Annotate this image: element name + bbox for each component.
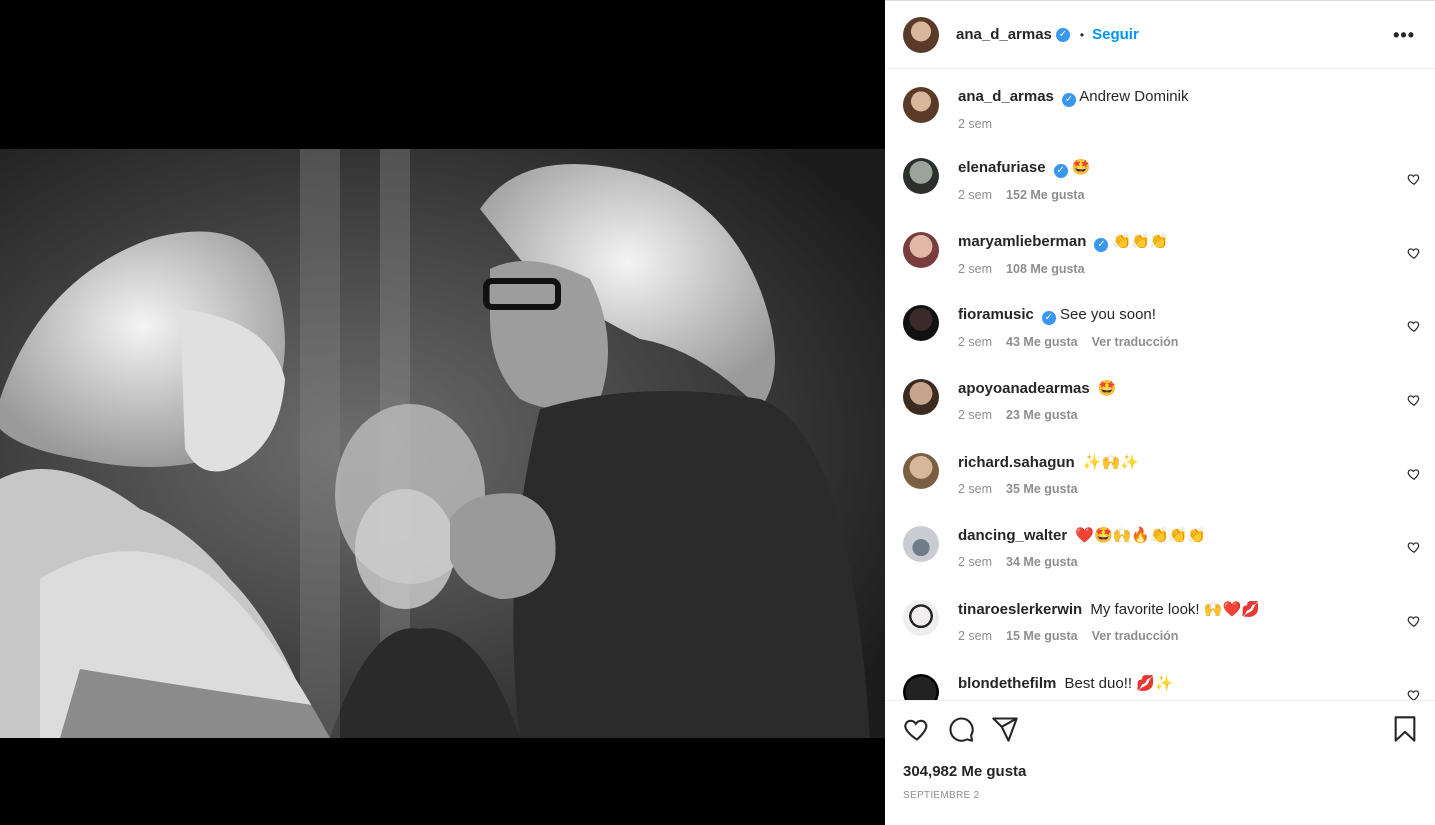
commenter-avatar[interactable] bbox=[903, 305, 939, 341]
comment-username[interactable]: blondethefilm bbox=[958, 675, 1056, 692]
caption-text: Andrew Dominik bbox=[1079, 88, 1189, 105]
comment-likes[interactable]: 34 Me gusta bbox=[1006, 555, 1078, 569]
post-header: ana_d_armas ✓ • Seguir ••• bbox=[885, 1, 1435, 69]
commenter-avatar[interactable] bbox=[903, 600, 939, 636]
comment-likes[interactable]: 43 Me gusta bbox=[1006, 335, 1078, 349]
heart-icon[interactable] bbox=[1407, 688, 1421, 700]
heart-icon[interactable] bbox=[1407, 540, 1421, 554]
post-sidebar: ana_d_armas ✓ • Seguir ••• ana_d_armas ✓ … bbox=[885, 0, 1435, 825]
verified-icon: ✓ bbox=[1053, 164, 1068, 178]
heart-icon[interactable] bbox=[1407, 393, 1421, 407]
comment-time: 2 sem bbox=[958, 408, 993, 422]
comment-time: 2 sem bbox=[958, 335, 993, 349]
comment-username[interactable]: tinaroeslerkerwin bbox=[958, 601, 1082, 618]
commenter-avatar[interactable] bbox=[903, 453, 939, 489]
separator-dot: • bbox=[1079, 27, 1085, 42]
comments-list[interactable]: ana_d_armas ✓ Andrew Dominik 2 sem elenaf… bbox=[885, 69, 1435, 700]
bw-photo-illustration bbox=[0, 149, 885, 738]
verified-icon: ✓ bbox=[1094, 238, 1109, 252]
author-username[interactable]: ana_d_armas bbox=[956, 26, 1052, 43]
comment-time: 2 sem bbox=[958, 262, 993, 276]
comment-likes[interactable]: 15 Me gusta bbox=[1006, 629, 1078, 643]
post-media bbox=[0, 0, 885, 825]
comment-likes[interactable]: 35 Me gusta bbox=[1006, 482, 1078, 496]
comment-time: 2 sem bbox=[958, 555, 993, 569]
commenter-avatar[interactable] bbox=[903, 674, 939, 700]
comment-text: See you soon! bbox=[1060, 306, 1156, 323]
translate-link[interactable]: Ver traducción bbox=[1092, 335, 1179, 349]
commenter-avatar[interactable] bbox=[903, 526, 939, 562]
heart-icon[interactable] bbox=[1407, 319, 1421, 333]
commenter-avatar[interactable] bbox=[903, 232, 939, 268]
like-count[interactable]: 304,982 Me gusta bbox=[903, 763, 1026, 780]
post-actions: 304,982 Me gusta SEPTIEMBRE 2 bbox=[885, 700, 1435, 825]
comment-text: 🤩 bbox=[1097, 380, 1117, 397]
comment-time: 2 sem bbox=[958, 482, 993, 496]
commenter-avatar[interactable] bbox=[903, 379, 939, 415]
comment-likes[interactable]: 23 Me gusta bbox=[1006, 408, 1078, 422]
author-avatar[interactable] bbox=[903, 16, 939, 53]
post-photo[interactable] bbox=[0, 149, 885, 738]
comment-username[interactable]: apoyoanadearmas bbox=[958, 380, 1090, 397]
caption-time: 2 sem bbox=[958, 117, 993, 131]
verified-icon: ✓ bbox=[1041, 311, 1056, 325]
comment-text: Best duo!! 💋✨ bbox=[1064, 675, 1174, 692]
verified-icon: ✓ bbox=[1055, 27, 1070, 42]
comment-likes[interactable]: 152 Me gusta bbox=[1006, 188, 1085, 202]
comment-text: 🤩 bbox=[1071, 159, 1091, 176]
comment-username[interactable]: richard.sahagun bbox=[958, 454, 1075, 471]
comment-text: 👏👏👏 bbox=[1112, 233, 1169, 250]
like-icon[interactable] bbox=[903, 715, 931, 743]
heart-icon[interactable] bbox=[1407, 246, 1421, 260]
comment-username[interactable]: elenafuriase bbox=[958, 159, 1046, 176]
comment-username[interactable]: fioramusic bbox=[958, 306, 1034, 323]
comment-likes[interactable]: 108 Me gusta bbox=[1006, 262, 1085, 276]
heart-icon[interactable] bbox=[1407, 172, 1421, 186]
follow-button[interactable]: Seguir bbox=[1092, 26, 1139, 43]
caption-username[interactable]: ana_d_armas bbox=[958, 88, 1054, 105]
comment-username[interactable]: maryamlieberman bbox=[958, 233, 1086, 250]
post-date[interactable]: SEPTIEMBRE 2 bbox=[903, 790, 979, 801]
more-icon[interactable]: ••• bbox=[1393, 25, 1415, 46]
comment-text: My favorite look! 🙌❤️💋 bbox=[1090, 601, 1260, 618]
heart-icon[interactable] bbox=[1407, 614, 1421, 628]
translate-link[interactable]: Ver traducción bbox=[1092, 629, 1179, 643]
comment-time: 2 sem bbox=[958, 188, 993, 202]
commenter-avatar[interactable] bbox=[903, 158, 939, 194]
comment-username[interactable]: dancing_walter bbox=[958, 527, 1067, 544]
comment-text: ❤️🤩🙌🔥👏👏👏 bbox=[1075, 527, 1207, 544]
save-icon[interactable] bbox=[1391, 715, 1419, 743]
verified-icon: ✓ bbox=[1061, 93, 1076, 107]
comment-text: ✨🙌✨ bbox=[1082, 454, 1139, 471]
share-icon[interactable] bbox=[991, 715, 1019, 743]
comment-icon[interactable] bbox=[947, 715, 975, 743]
comment-time: 2 sem bbox=[958, 629, 993, 643]
caption-avatar[interactable] bbox=[903, 87, 939, 123]
heart-icon[interactable] bbox=[1407, 467, 1421, 481]
